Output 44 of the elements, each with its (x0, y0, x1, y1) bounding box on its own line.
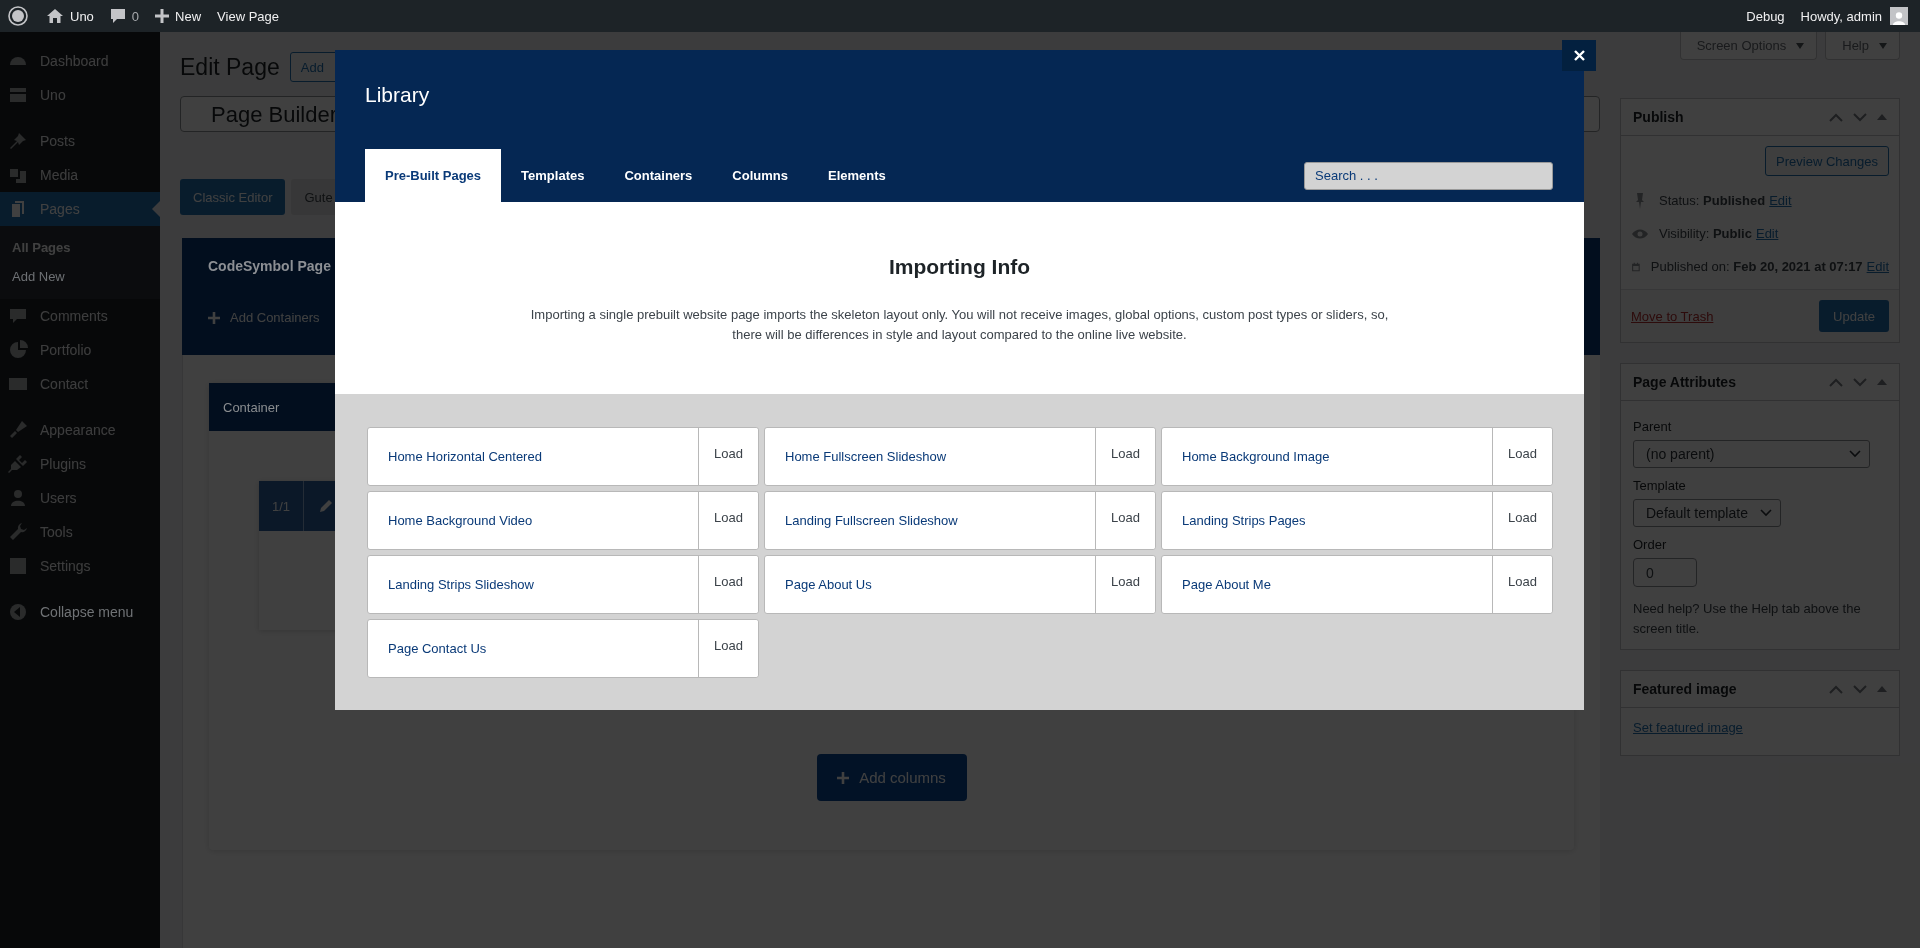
comments-count[interactable]: 0 (131, 8, 140, 24)
template-name-link[interactable]: Page Contact Us (368, 620, 698, 677)
library-tab[interactable]: Containers (604, 149, 713, 202)
library-tab[interactable]: Templates (501, 149, 605, 202)
field-label: Parent (1633, 419, 1673, 434)
template-name-link[interactable]: Landing Strips Slideshow (368, 556, 698, 613)
load-button[interactable]: Load (1492, 556, 1552, 613)
load-button[interactable]: Load (698, 620, 758, 677)
builder-title: CodeSymbol Page (208, 258, 331, 274)
template-name-link[interactable]: Home Background Image (1162, 428, 1492, 485)
load-button[interactable]: Load (698, 492, 758, 549)
load-button[interactable]: Load (1492, 492, 1552, 549)
field-label: Order (1633, 537, 1668, 552)
load-button[interactable]: Load (1095, 492, 1155, 549)
modal-title: Library (365, 83, 430, 107)
load-button[interactable]: Load (1492, 428, 1552, 485)
box-title: Page Attributes (1633, 374, 1736, 390)
debug-link[interactable]: Debug (1738, 8, 1793, 24)
box-title: Featured image (1633, 681, 1737, 697)
box-title: Publish (1633, 109, 1684, 125)
new-link[interactable]: New (175, 8, 202, 24)
template-name-link[interactable]: Landing Strips Pages (1162, 492, 1492, 549)
view-page-link[interactable]: View Page (209, 8, 288, 24)
load-button[interactable]: Load (698, 428, 758, 485)
library-tab[interactable]: Elements (807, 149, 906, 202)
library-tab[interactable]: Columns (712, 149, 808, 202)
template-name-link[interactable]: Home Fullscreen Slideshow (765, 428, 1095, 485)
info-text: Importing a single prebuilt website page imports the skeleton layout only. You will not receive images, global options, custom post types or sliders, so, there will be differences in style and layout compared to the online live website. (529, 306, 1390, 344)
info-heading: Importing Info (887, 255, 1032, 279)
template-name-link[interactable]: Page About Me (1162, 556, 1492, 613)
load-button[interactable]: Load (698, 556, 758, 613)
template-name-link[interactable]: Landing Fullscreen Slideshow (765, 492, 1095, 549)
template-name-link[interactable]: Home Background Video (368, 492, 698, 549)
load-button[interactable]: Load (1095, 556, 1155, 613)
submenu-item[interactable]: Add New (0, 262, 160, 291)
howdy-link[interactable]: Howdy, admin (1800, 8, 1882, 24)
template-name-link[interactable]: Home Horizontal Centered (368, 428, 698, 485)
library-tab[interactable]: Pre-Built Pages (365, 149, 502, 202)
container-title: Container (223, 399, 280, 415)
template-name-link[interactable]: Page About Us (765, 556, 1095, 613)
load-button[interactable]: Load (1095, 428, 1155, 485)
field-label: Template (1633, 478, 1687, 493)
search-field[interactable]: Search . . . (1304, 161, 1553, 190)
site-name-link[interactable]: Uno (70, 8, 94, 24)
